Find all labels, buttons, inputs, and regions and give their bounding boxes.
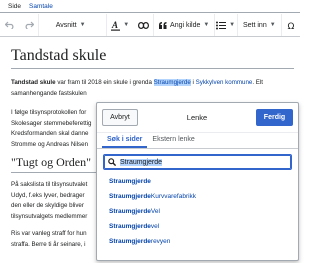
text-style-icon: A xyxy=(111,20,121,31)
link-dialog-title: Lenke xyxy=(186,113,208,122)
omega-icon: Ω xyxy=(287,22,294,30)
tab-search-pages[interactable]: Søk i sider xyxy=(102,133,148,148)
search-icon xyxy=(108,158,116,166)
result-match: Straumgjerde xyxy=(109,208,151,215)
link-dialog-header: Avbryt Lenke Ferdig xyxy=(97,103,298,133)
cite-label: Angi kilde xyxy=(170,21,201,29)
result-rest: Kurvvarefabrikk xyxy=(150,193,197,200)
redo-icon xyxy=(25,21,34,29)
cite-dropdown[interactable]: Angi kilde ▼ xyxy=(154,14,214,36)
search-input[interactable]: Straumgjerde xyxy=(120,158,163,166)
special-character-button[interactable]: Ω xyxy=(282,14,300,36)
result-match: Straumgjerde xyxy=(109,223,151,230)
link-search-field[interactable]: Straumgjerde xyxy=(103,154,292,170)
undo-button[interactable] xyxy=(0,14,20,36)
quote-icon xyxy=(159,21,167,29)
svg-text:Ω: Ω xyxy=(287,22,294,30)
chevron-down-icon: ▼ xyxy=(123,22,130,28)
undo-icon xyxy=(4,21,14,29)
paragraph-format-label: Avsnitt xyxy=(55,21,77,29)
result-item[interactable]: Straumgjerde vel xyxy=(109,219,298,234)
chevron-down-icon: ▼ xyxy=(269,22,276,28)
tab-samtale[interactable]: Samtale xyxy=(25,3,57,12)
insert-dropdown[interactable]: Sett inn ▼ xyxy=(238,14,282,36)
insert-label: Sett inn xyxy=(242,21,267,29)
intro-text: var fram til 2018 ein skule i grenda xyxy=(55,79,154,86)
result-item[interactable]: Straumgjerde Kurvvarefabrikk xyxy=(109,189,298,204)
result-rest: vel xyxy=(150,223,160,230)
result-item[interactable]: Straumgjerde revyen xyxy=(109,234,298,249)
result-item[interactable]: Straumgjerde xyxy=(109,174,298,189)
done-button[interactable]: Ferdig xyxy=(256,109,293,126)
text-line: Stromme og Andreas Nilsen xyxy=(11,140,89,148)
text-line: På sakslista til tilsynsutvalet xyxy=(11,181,88,188)
link-dialog-tabs: Søk i sider Ekstern lenke xyxy=(97,133,298,149)
intro-line-2: samanhengande fastskulen xyxy=(11,89,87,97)
link-dialog: Avbryt Lenke Ferdig Søk i sider Ekstern … xyxy=(96,102,299,261)
redo-button[interactable] xyxy=(20,14,38,36)
bullet-list-icon xyxy=(216,21,227,29)
text-line: den eller de skyldige bliver xyxy=(11,202,84,209)
page-tabs: Side Samtale xyxy=(0,0,300,13)
cancel-button[interactable]: Avbryt xyxy=(102,109,138,126)
chevron-down-icon: ▼ xyxy=(79,22,86,28)
result-rest: Vel xyxy=(150,208,160,215)
intro-bold: Tandstad skule xyxy=(11,79,56,86)
selected-text[interactable]: Straumgjerde xyxy=(153,79,191,86)
result-match: Straumgjerde xyxy=(109,178,151,185)
svg-text:A: A xyxy=(111,20,118,30)
text-line: straffa. Berre ti år seinare, i xyxy=(11,240,86,248)
text-line: Udyd, f.eks lyver, bedrager xyxy=(11,191,85,199)
paragraph-intro: Tandstad skule var fram til 2018 ein sku… xyxy=(11,78,300,99)
text-line: tilsynsutvalgets medlemmer xyxy=(11,212,88,220)
result-item[interactable]: Straumgjerde Vel xyxy=(109,204,298,219)
text-line: Skolesager stemmebeferettig xyxy=(11,119,92,127)
editor-toolbar: Avsnitt ▼ A ▼ Angi kilde ▼ ▼ Sett inn ▼ … xyxy=(0,14,300,37)
chevron-down-icon: ▼ xyxy=(203,22,210,28)
link-icon xyxy=(137,21,149,29)
text-line: Ris var vanleg straff for hun xyxy=(11,230,87,237)
text-line: Kredsformanden skal danne xyxy=(11,130,89,137)
result-match: Straumgjerde xyxy=(109,238,151,245)
result-rest: revyen xyxy=(150,238,171,245)
text-style-dropdown[interactable]: A ▼ xyxy=(107,14,133,36)
list-dropdown[interactable]: ▼ xyxy=(215,14,237,36)
link-button[interactable] xyxy=(133,14,153,36)
result-match: Straumgjerde xyxy=(109,193,151,200)
text-line: I følge tilsynsprotokollen for xyxy=(11,109,87,116)
tab-side[interactable]: Side xyxy=(4,3,25,12)
tab-external-link[interactable]: Ekstern lenke xyxy=(147,133,199,148)
page-title: Tandstad skule xyxy=(11,47,294,69)
sykkylven-link[interactable]: Sykkylven kommune xyxy=(196,79,253,86)
intro-text-3: . Elt xyxy=(252,79,264,86)
paragraph-format-dropdown[interactable]: Avsnitt ▼ xyxy=(39,14,107,36)
chevron-down-icon: ▼ xyxy=(229,22,236,28)
search-results: Straumgjerde Straumgjerde Kurvvarefabrik… xyxy=(97,174,298,249)
